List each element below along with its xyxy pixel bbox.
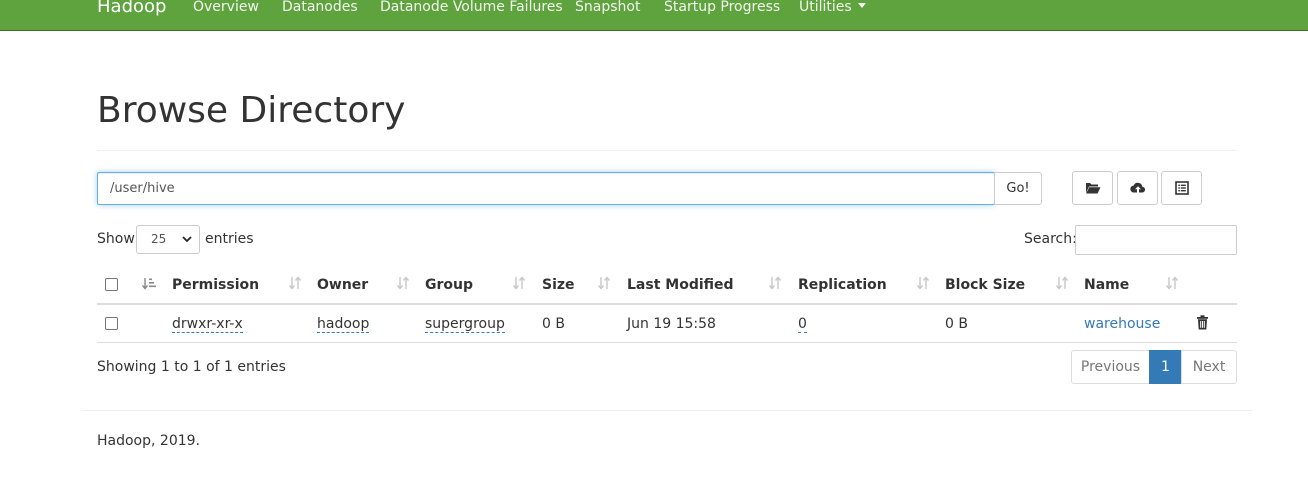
group-cell[interactable]: supergroup <box>425 316 505 333</box>
column-header-block-size[interactable]: Block Size <box>945 277 1025 293</box>
nav-startup-progress[interactable]: Startup Progress <box>664 0 780 16</box>
nav-utilities-dropdown[interactable]: Utilities <box>799 0 866 16</box>
search-label: Search: <box>1024 231 1077 247</box>
column-header-group[interactable]: Group <box>425 277 473 293</box>
folder-open-icon <box>1085 183 1100 194</box>
page-1-button[interactable]: 1 <box>1149 350 1182 384</box>
nav-utilities-label: Utilities <box>799 0 852 15</box>
title-divider <box>97 150 1237 151</box>
table-info: Showing 1 to 1 of 1 entries <box>97 359 286 375</box>
footer-text: Hadoop, 2019. <box>97 433 200 449</box>
page-size-select[interactable]: 25 <box>136 225 200 254</box>
column-header-permission[interactable]: Permission <box>172 277 259 293</box>
go-button[interactable]: Go! <box>994 172 1042 205</box>
table-header-divider <box>97 303 1237 305</box>
sort-both-icon[interactable] <box>1055 276 1069 290</box>
caret-down-icon <box>857 3 866 8</box>
last-modified-cell: Jun 19 15:58 <box>627 316 716 332</box>
brand-link[interactable]: Hadoop <box>97 0 166 18</box>
nav-datanode-volume-failures[interactable]: Datanode Volume Failures <box>380 0 563 16</box>
sort-both-icon[interactable] <box>288 276 302 290</box>
sort-ascending-icon[interactable] <box>141 277 157 291</box>
column-header-size[interactable]: Size <box>542 277 575 293</box>
column-header-replication[interactable]: Replication <box>798 277 887 293</box>
select-all-checkbox[interactable] <box>105 278 118 291</box>
next-page-button[interactable]: Next <box>1181 350 1237 384</box>
replication-cell[interactable]: 0 <box>798 316 807 333</box>
trash-icon[interactable] <box>1196 315 1209 330</box>
nav-overview[interactable]: Overview <box>193 0 259 16</box>
block-size-cell: 0 B <box>945 316 968 332</box>
entries-label: entries <box>205 231 254 247</box>
size-cell: 0 B <box>542 316 565 332</box>
sort-both-icon[interactable] <box>597 276 611 290</box>
list-alt-icon <box>1174 181 1189 195</box>
sort-both-icon[interactable] <box>396 276 410 290</box>
directory-path-input[interactable] <box>97 172 995 205</box>
column-header-last-modified[interactable]: Last Modified <box>627 277 734 293</box>
chevron-down-icon <box>182 236 192 243</box>
permission-cell[interactable]: drwxr-xr-x <box>172 316 243 333</box>
create-directory-button[interactable] <box>1072 171 1113 205</box>
column-header-owner[interactable]: Owner <box>317 277 368 293</box>
owner-cell[interactable]: hadoop <box>317 316 370 333</box>
page-title: Browse Directory <box>97 90 406 131</box>
name-link[interactable]: warehouse <box>1084 316 1160 332</box>
sort-both-icon[interactable] <box>512 276 526 290</box>
footer-divider <box>82 410 1252 411</box>
cloud-upload-icon <box>1129 182 1145 193</box>
sort-both-icon[interactable] <box>768 276 782 290</box>
nav-datanodes[interactable]: Datanodes <box>282 0 358 16</box>
upload-files-button[interactable] <box>1117 171 1158 205</box>
cut-paste-button[interactable] <box>1161 171 1202 205</box>
sort-both-icon[interactable] <box>916 276 930 290</box>
table-row-divider <box>97 342 1237 343</box>
nav-snapshot[interactable]: Snapshot <box>575 0 640 16</box>
page-size-value: 25 <box>151 232 167 246</box>
search-input[interactable] <box>1075 225 1237 255</box>
row-select-checkbox[interactable] <box>105 317 118 330</box>
sort-both-icon[interactable] <box>1165 276 1179 290</box>
column-header-name[interactable]: Name <box>1084 277 1129 293</box>
top-navbar: Hadoop Overview Datanodes Datanode Volum… <box>0 0 1308 31</box>
previous-page-button[interactable]: Previous <box>1071 350 1150 384</box>
show-label: Show <box>97 231 135 247</box>
